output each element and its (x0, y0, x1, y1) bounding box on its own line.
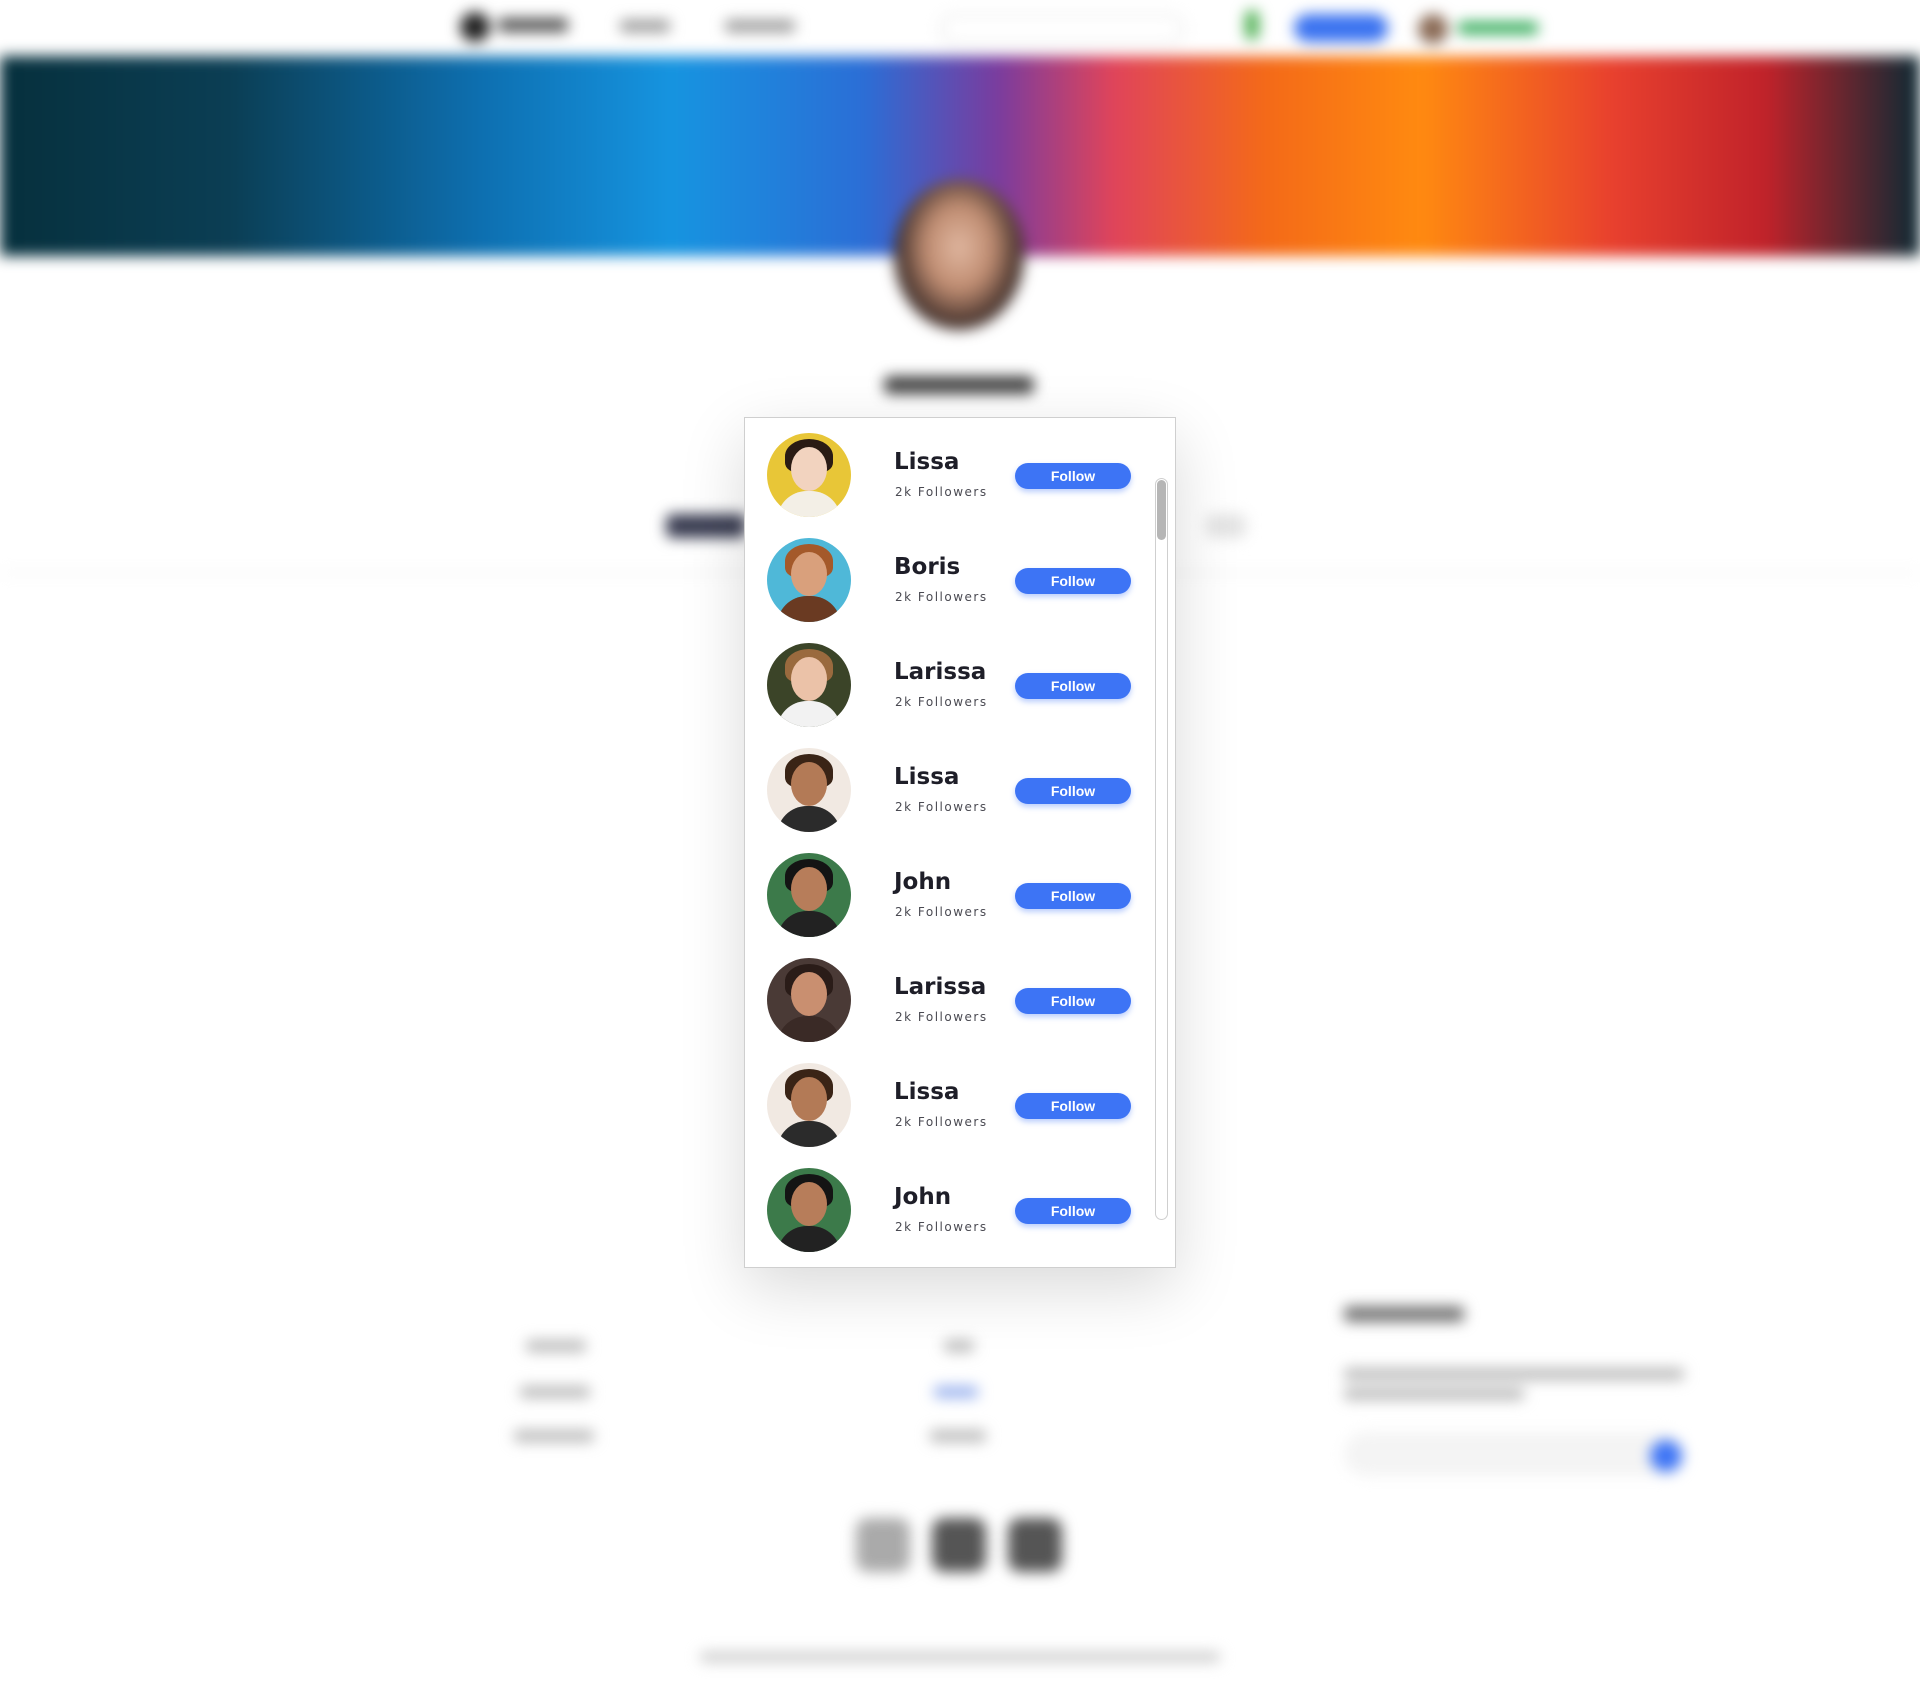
profile-name (884, 376, 1034, 394)
avatar[interactable] (767, 958, 851, 1042)
search-bar (940, 14, 1184, 44)
tab-active (666, 514, 746, 538)
twitter-icon (1008, 1518, 1062, 1572)
follow-button[interactable]: Follow (1015, 568, 1131, 594)
follower-row: John 2k Followers Follow (745, 838, 1155, 943)
avatar-face (791, 447, 827, 491)
follower-name[interactable]: Larissa (894, 659, 986, 685)
nav-link (725, 20, 795, 32)
follower-name[interactable]: Boris (894, 554, 960, 580)
follow-button[interactable]: Follow (1015, 988, 1131, 1014)
follower-name[interactable]: Lissa (894, 1079, 959, 1105)
top-navbar (0, 0, 1920, 56)
avatar-shoulders (777, 1226, 841, 1252)
newsletter-submit (1650, 1440, 1682, 1472)
follower-count: 2k Followers (895, 905, 988, 919)
followers-list: Lissa 2k Followers Follow Boris 2k Followers… (745, 418, 1155, 1258)
footer-link (934, 1386, 978, 1398)
copyright-text (700, 1652, 1220, 1662)
avatar-shoulders (777, 806, 841, 832)
follower-name[interactable]: Lissa (894, 764, 959, 790)
avatar-face (791, 1182, 827, 1226)
follow-button[interactable]: Follow (1015, 778, 1131, 804)
follow-button[interactable]: Follow (1015, 883, 1131, 909)
follower-name[interactable]: John (894, 1184, 951, 1210)
newsletter-text (1344, 1388, 1524, 1400)
logo-text (498, 18, 568, 32)
avatar-face (791, 657, 827, 701)
profile-photo (894, 180, 1024, 330)
avatar[interactable] (767, 853, 851, 937)
avatar-shoulders (777, 911, 841, 937)
footer-heading (944, 1340, 974, 1352)
scrollbar-thumb[interactable] (1157, 480, 1166, 540)
avatar[interactable] (767, 433, 851, 517)
follower-row: Lissa 2k Followers Follow (745, 1048, 1155, 1153)
newsletter-input (1344, 1432, 1684, 1476)
footer-heading (526, 1340, 586, 1352)
follower-name[interactable]: John (894, 869, 951, 895)
follower-row: Lissa 2k Followers Follow (745, 733, 1155, 838)
avatar-shoulders (777, 491, 841, 517)
avatar-shoulders (777, 1121, 841, 1147)
follower-row: Boris 2k Followers Follow (745, 523, 1155, 628)
avatar-face (791, 762, 827, 806)
avatar-shoulders (777, 596, 841, 622)
follower-count: 2k Followers (895, 695, 988, 709)
footer-link (930, 1430, 986, 1442)
follower-row: Larissa 2k Followers Follow (745, 943, 1155, 1048)
avatar[interactable] (767, 1063, 851, 1147)
followers-modal: Lissa 2k Followers Follow Boris 2k Followers… (744, 417, 1176, 1268)
avatar[interactable] (767, 1168, 851, 1252)
instagram-icon (856, 1518, 910, 1572)
follower-count: 2k Followers (895, 590, 988, 604)
avatar-face (791, 552, 827, 596)
leaf-icon (1245, 10, 1259, 40)
avatar-face (791, 972, 827, 1016)
follower-count: 2k Followers (895, 1115, 988, 1129)
follower-count: 2k Followers (895, 1010, 988, 1024)
follower-row: Lissa 2k Followers Follow (745, 418, 1155, 523)
logo-icon (460, 12, 490, 42)
avatar-shoulders (777, 701, 841, 727)
follower-count: 2k Followers (895, 1220, 988, 1234)
newsletter-heading (1344, 1306, 1464, 1322)
follow-button[interactable]: Follow (1015, 1198, 1131, 1224)
tiktok-icon (932, 1518, 986, 1572)
follower-name[interactable]: Larissa (894, 974, 986, 1000)
follower-count: 2k Followers (895, 800, 988, 814)
newsletter-text (1344, 1368, 1684, 1380)
follower-row: Larissa 2k Followers Follow (745, 628, 1155, 733)
follow-button[interactable]: Follow (1015, 673, 1131, 699)
follow-button[interactable]: Follow (1015, 463, 1131, 489)
footer-link (514, 1430, 594, 1442)
avatar-face (791, 867, 827, 911)
follow-button[interactable]: Follow (1015, 1093, 1131, 1119)
avatar-shoulders (777, 1016, 841, 1042)
avatar-face (791, 1077, 827, 1121)
follower-row: John 2k Followers Follow (745, 1153, 1155, 1258)
scrollbar[interactable] (1155, 478, 1168, 1220)
follower-name[interactable]: Lissa (894, 449, 959, 475)
user-avatar (1418, 14, 1448, 44)
follower-count: 2k Followers (895, 485, 988, 499)
avatar[interactable] (767, 643, 851, 727)
tab (1206, 514, 1246, 538)
header-button (1294, 14, 1388, 42)
avatar[interactable] (767, 748, 851, 832)
user-name (1458, 22, 1538, 34)
nav-link (620, 20, 670, 32)
avatar[interactable] (767, 538, 851, 622)
footer-link (520, 1386, 590, 1398)
